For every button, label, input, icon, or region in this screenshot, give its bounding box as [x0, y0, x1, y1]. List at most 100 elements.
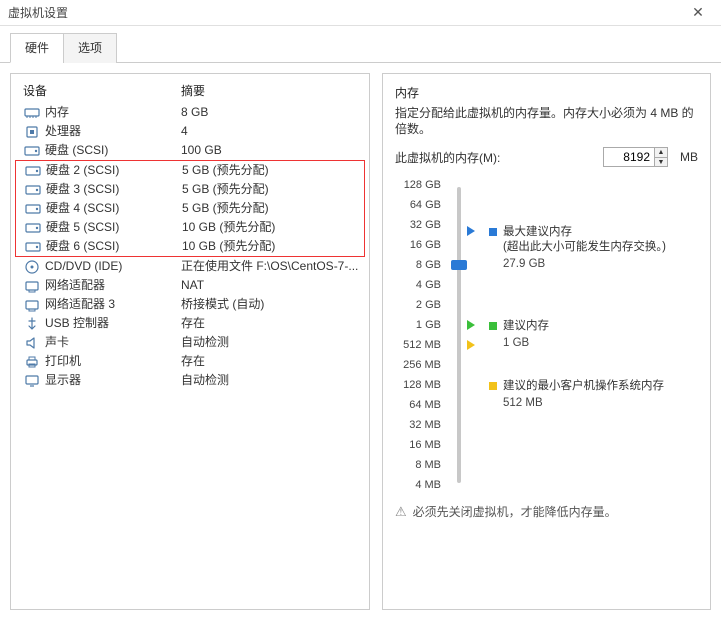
tick-label: 32 MB — [409, 419, 441, 431]
legend-max-title: 最大建议内存 — [503, 225, 666, 240]
slider-track — [457, 187, 461, 483]
device-summary: 桥接模式 (自动) — [181, 296, 361, 313]
display-icon — [23, 374, 41, 388]
tick-label: 4 GB — [416, 279, 441, 291]
disk-icon — [23, 144, 41, 158]
device-name: 显示器 — [45, 372, 181, 389]
tick-label: 512 MB — [403, 339, 441, 351]
tick-label: 128 GB — [404, 179, 441, 191]
memory-spinner[interactable]: ▲ ▼ — [603, 147, 668, 167]
device-row[interactable]: 硬盘 4 (SCSI)5 GB (预先分配) — [16, 199, 364, 218]
window-title: 虚拟机设置 — [8, 4, 683, 21]
legend-max-sub: (超出此大小可能发生内存交换。) — [503, 240, 666, 255]
device-header-row: 设备 摘要 — [11, 78, 369, 103]
device-row[interactable]: 处理器4 — [11, 122, 369, 141]
device-row[interactable]: 硬盘 3 (SCSI)5 GB (预先分配) — [16, 180, 364, 199]
tick-label: 32 GB — [410, 219, 441, 231]
cd-icon — [23, 260, 41, 274]
memory-input[interactable] — [603, 147, 655, 167]
device-name: 打印机 — [45, 353, 181, 370]
spinner-up-icon[interactable]: ▲ — [655, 148, 667, 157]
tab-hardware[interactable]: 硬件 — [10, 33, 64, 63]
tab-options[interactable]: 选项 — [63, 33, 117, 63]
tick-label: 1 GB — [416, 319, 441, 331]
device-name: USB 控制器 — [45, 315, 181, 332]
device-name: 网络适配器 — [45, 277, 181, 294]
memory-unit: MB — [680, 150, 698, 164]
sound-icon — [23, 336, 41, 350]
group-title: 内存 — [395, 84, 698, 101]
device-summary: 10 GB (预先分配) — [182, 219, 356, 236]
memory-icon — [23, 106, 41, 120]
nic-icon — [23, 298, 41, 312]
titlebar: 虚拟机设置 ✕ — [0, 0, 721, 26]
slider-track-col — [447, 185, 473, 485]
device-row[interactable]: CD/DVD (IDE)正在使用文件 F:\OS\CentOS-7-... — [11, 257, 369, 276]
device-summary: 存在 — [181, 353, 361, 370]
device-name: CD/DVD (IDE) — [45, 258, 181, 275]
device-name: 硬盘 3 (SCSI) — [46, 181, 182, 198]
device-row[interactable]: 内存8 GB — [11, 103, 369, 122]
disk-icon — [24, 202, 42, 216]
tick-label: 4 MB — [415, 479, 441, 491]
device-summary: 4 — [181, 123, 361, 140]
legend-min: 建议的最小客户机操作系统内存 512 MB — [489, 379, 664, 411]
slider-legend: 最大建议内存 (超出此大小可能发生内存交换。) 27.9 GB 建议内存 1 G… — [473, 185, 698, 485]
spinner-down-icon[interactable]: ▼ — [655, 157, 667, 166]
printer-icon — [23, 355, 41, 369]
device-summary: 5 GB (预先分配) — [182, 200, 356, 217]
tick-label: 64 GB — [410, 199, 441, 211]
device-row[interactable]: 硬盘 6 (SCSI)10 GB (预先分配) — [16, 237, 364, 256]
tick-label: 64 MB — [409, 399, 441, 411]
device-row[interactable]: 网络适配器NAT — [11, 276, 369, 295]
legend-yellow-icon — [489, 382, 497, 390]
legend-max: 最大建议内存 (超出此大小可能发生内存交换。) 27.9 GB — [489, 225, 666, 272]
device-summary: 5 GB (预先分配) — [182, 162, 356, 179]
legend-green-icon — [489, 322, 497, 330]
device-row[interactable]: 声卡自动检测 — [11, 333, 369, 352]
device-summary: 存在 — [181, 315, 361, 332]
tick-label: 8 GB — [416, 259, 441, 271]
usb-icon — [23, 317, 41, 331]
close-icon[interactable]: ✕ — [683, 4, 713, 21]
memory-slider: 128 GB64 GB32 GB16 GB8 GB4 GB2 GB1 GB512… — [395, 185, 698, 485]
disk-icon — [24, 221, 42, 235]
disk-icon — [24, 164, 42, 178]
device-name: 处理器 — [45, 123, 181, 140]
device-summary: 10 GB (预先分配) — [182, 238, 356, 255]
tab-strip: 硬件 选项 — [0, 26, 721, 63]
highlighted-disk-group: 硬盘 2 (SCSI)5 GB (预先分配)硬盘 3 (SCSI)5 GB (预… — [15, 160, 365, 257]
device-name: 硬盘 4 (SCSI) — [46, 200, 182, 217]
device-name: 硬盘 5 (SCSI) — [46, 219, 182, 236]
legend-rec: 建议内存 1 GB — [489, 319, 549, 351]
device-summary: 8 GB — [181, 104, 361, 121]
memory-label: 此虚拟机的内存(M): — [395, 149, 500, 166]
device-row[interactable]: 硬盘 5 (SCSI)10 GB (预先分配) — [16, 218, 364, 237]
memory-desc: 指定分配给此虚拟机的内存量。内存大小必须为 4 MB 的倍数。 — [395, 105, 698, 137]
col-summary: 摘要 — [181, 82, 361, 99]
device-row[interactable]: 硬盘 2 (SCSI)5 GB (预先分配) — [16, 161, 364, 180]
legend-min-value: 512 MB — [503, 396, 664, 411]
device-name: 内存 — [45, 104, 181, 121]
device-name: 硬盘 2 (SCSI) — [46, 162, 182, 179]
slider-thumb[interactable] — [451, 260, 467, 270]
cpu-icon — [23, 125, 41, 139]
legend-rec-value: 1 GB — [503, 336, 549, 351]
memory-panel: 内存 指定分配给此虚拟机的内存量。内存大小必须为 4 MB 的倍数。 此虚拟机的… — [382, 73, 711, 610]
tick-label: 256 MB — [403, 359, 441, 371]
disk-icon — [24, 183, 42, 197]
tick-label: 2 GB — [416, 299, 441, 311]
device-row[interactable]: 显示器自动检测 — [11, 371, 369, 390]
device-summary: NAT — [181, 277, 361, 294]
tick-label: 16 GB — [410, 239, 441, 251]
device-row[interactable]: 打印机存在 — [11, 352, 369, 371]
device-name: 网络适配器 3 — [45, 296, 181, 313]
device-summary: 正在使用文件 F:\OS\CentOS-7-... — [181, 258, 361, 275]
device-summary: 自动检测 — [181, 334, 361, 351]
warning-icon: ⚠ — [395, 504, 407, 520]
device-row[interactable]: 网络适配器 3桥接模式 (自动) — [11, 295, 369, 314]
device-row[interactable]: USB 控制器存在 — [11, 314, 369, 333]
device-row[interactable]: 硬盘 (SCSI)100 GB — [11, 141, 369, 160]
disk-icon — [24, 240, 42, 254]
tick-label: 128 MB — [403, 379, 441, 391]
